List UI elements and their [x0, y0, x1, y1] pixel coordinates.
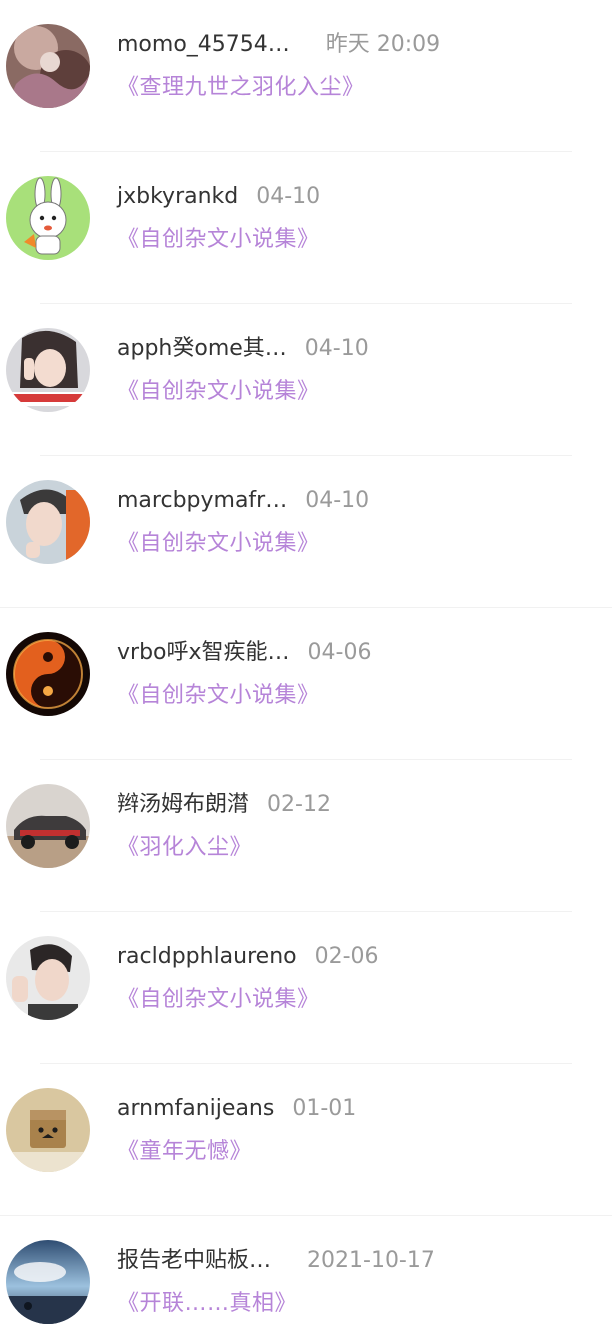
- cartoon-rabbit-avatar[interactable]: [6, 176, 90, 260]
- comment-item[interactable]: apph癸ome其… 04-10 《自创杂文小说集》: [0, 304, 612, 456]
- comment-item[interactable]: 报告老中贴板… 2021-10-17 《开联……真相》: [0, 1216, 612, 1336]
- comment-item[interactable]: jxbkyrankd 04-10 《自创杂文小说集》: [0, 152, 612, 304]
- comment-list: momo_45754… 昨天 20:09 《查理九世之羽化入尘》 jxbkyran…: [0, 0, 612, 1336]
- timestamp: 02-06: [314, 944, 379, 969]
- username[interactable]: vrbo呼x智疾能…: [117, 639, 290, 667]
- comment-header: racldpphlaureno 02-06: [117, 943, 379, 971]
- username[interactable]: momo_45754…: [117, 31, 290, 59]
- timestamp: 04-10: [305, 488, 370, 513]
- comment-item[interactable]: racldpphlaureno 02-06 《自创杂文小说集》: [0, 912, 612, 1064]
- book-title-link[interactable]: 《自创杂文小说集》: [117, 985, 320, 1015]
- comment-header: 辫汤姆布朗潸 02-12: [117, 791, 331, 819]
- username[interactable]: racldpphlaureno: [117, 943, 297, 971]
- book-title-link[interactable]: 《自创杂文小说集》: [117, 529, 320, 559]
- girl-peace-sign-avatar[interactable]: [6, 328, 90, 412]
- sunset-sky-avatar[interactable]: [6, 1240, 90, 1324]
- fire-yin-yang-avatar[interactable]: [6, 632, 90, 716]
- cardboard-box-toy-avatar[interactable]: [6, 1088, 90, 1172]
- book-title-link[interactable]: 《羽化入尘》: [117, 833, 252, 863]
- username[interactable]: jxbkyrankd: [117, 183, 238, 211]
- username[interactable]: arnmfanijeans: [117, 1095, 274, 1123]
- username[interactable]: apph癸ome其…: [117, 335, 287, 363]
- comment-item[interactable]: momo_45754… 昨天 20:09 《查理九世之羽化入尘》: [0, 0, 612, 152]
- comment-header: apph癸ome其… 04-10: [117, 335, 369, 363]
- comment-header: arnmfanijeans 01-01: [117, 1095, 356, 1123]
- timestamp: 04-10: [256, 184, 321, 209]
- book-title-link[interactable]: 《自创杂文小说集》: [117, 377, 320, 407]
- timestamp: 昨天 20:09: [325, 32, 441, 57]
- boy-portrait-avatar[interactable]: [6, 480, 90, 564]
- username[interactable]: 辫汤姆布朗潸: [117, 791, 249, 819]
- book-title-link[interactable]: 《童年无憾》: [117, 1137, 252, 1167]
- book-title-link[interactable]: 《开联……真相》: [117, 1289, 297, 1319]
- timestamp: 04-06: [307, 640, 372, 665]
- book-title-link[interactable]: 《自创杂文小说集》: [117, 225, 320, 255]
- username[interactable]: marcbpymafr…: [117, 487, 287, 515]
- fantasy-art-avatar[interactable]: [6, 24, 90, 108]
- comment-item[interactable]: vrbo呼x智疾能… 04-06 《自创杂文小说集》: [0, 608, 612, 760]
- comment-item[interactable]: arnmfanijeans 01-01 《童年无憾》: [0, 1064, 612, 1216]
- comment-item[interactable]: marcbpymafr… 04-10 《自创杂文小说集》: [0, 456, 612, 608]
- boy-peace-sign-avatar[interactable]: [6, 936, 90, 1020]
- comment-header: 报告老中贴板… 2021-10-17: [117, 1247, 435, 1275]
- book-title-link[interactable]: 《查理九世之羽化入尘》: [117, 73, 365, 103]
- comment-header: vrbo呼x智疾能… 04-06: [117, 639, 371, 667]
- comment-item[interactable]: 辫汤姆布朗潸 02-12 《羽化入尘》: [0, 760, 612, 912]
- comment-header: jxbkyrankd 04-10: [117, 183, 320, 211]
- timestamp: 02-12: [267, 792, 331, 817]
- book-title-link[interactable]: 《自创杂文小说集》: [117, 681, 320, 711]
- timestamp: 04-10: [304, 336, 369, 361]
- comment-header: momo_45754… 昨天 20:09: [117, 31, 440, 59]
- comment-header: marcbpymafr… 04-10: [117, 487, 369, 515]
- timestamp: 2021-10-17: [307, 1248, 435, 1273]
- vintage-car-avatar[interactable]: [6, 784, 90, 868]
- timestamp: 01-01: [292, 1096, 357, 1121]
- username[interactable]: 报告老中贴板…: [117, 1247, 271, 1275]
